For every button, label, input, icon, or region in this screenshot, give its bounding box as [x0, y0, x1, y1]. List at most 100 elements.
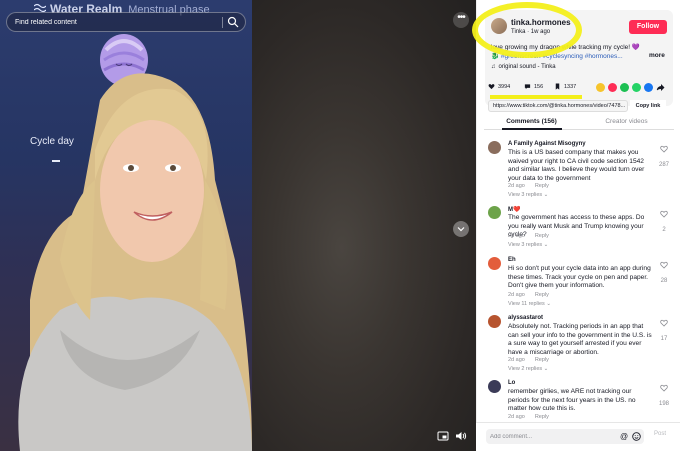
whatsapp-icon[interactable]	[632, 83, 641, 92]
next-video-button[interactable]	[453, 221, 469, 237]
add-comment-box: @	[486, 429, 644, 444]
video-player[interactable]: Water Realm Menstrual phase Cycle day Fi…	[0, 0, 476, 451]
commenter-name[interactable]: Lo	[508, 380, 515, 386]
comment-item: M❤️ The government has access to these a…	[488, 206, 676, 254]
comments-tabs: Comments (156) Creator videos	[484, 116, 674, 130]
commenter-avatar[interactable]	[488, 141, 501, 154]
comment-like-button[interactable]: 287	[658, 145, 670, 171]
comment-date: 2d ago	[508, 414, 525, 420]
comment-like-button[interactable]: 28	[658, 261, 670, 287]
copy-link-button[interactable]: Copy link	[630, 100, 666, 112]
search-bar	[6, 12, 246, 32]
heart-outline-icon	[660, 319, 668, 327]
comment-like-count: 17	[660, 336, 668, 342]
view-replies-label: View 3 replies	[508, 242, 543, 248]
comment-like-count: 198	[658, 401, 669, 407]
commenter-avatar[interactable]	[488, 315, 501, 328]
comment-item: Lo remember girlies, we ARE not tracking…	[488, 380, 676, 423]
like-button[interactable]: 3994	[488, 81, 510, 93]
emoji-icon[interactable]	[632, 432, 641, 441]
comment-meta: 2d ago Reply	[508, 233, 559, 239]
creator-person-image	[18, 73, 252, 451]
save-button[interactable]: 1337	[554, 81, 576, 93]
sound-name: original sound - Tinka	[498, 64, 556, 70]
commenter-name[interactable]: Eh	[508, 257, 516, 263]
tab-creator-videos[interactable]: Creator videos	[579, 118, 674, 125]
comment-like-count: 287	[658, 162, 669, 168]
active-tab-indicator	[502, 128, 562, 130]
heart-outline-icon	[660, 384, 668, 392]
save-count: 1337	[564, 84, 577, 90]
view-replies-button[interactable]: View 3 replies ⌄	[508, 192, 548, 198]
commenter-name[interactable]: A Family Against Misogyny	[508, 141, 586, 147]
search-input[interactable]	[15, 13, 215, 31]
comment-meta: 2d ago Reply	[508, 357, 559, 363]
commenter-name[interactable]: alyssastarot	[508, 315, 543, 321]
view-replies-label: View 2 replies	[508, 366, 543, 372]
comment-meta: 2d ago Reply	[508, 183, 559, 189]
comment-date: 2d ago	[508, 357, 525, 363]
description-more-link[interactable]: more	[649, 52, 665, 59]
comment-item: alyssastarot Absolutely not. Tracking pe…	[488, 315, 676, 379]
reply-button[interactable]: Reply	[535, 183, 549, 189]
reply-button[interactable]: Reply	[535, 292, 549, 298]
sound-link[interactable]: ♫ original sound - Tinka	[491, 64, 556, 70]
yellow-highlight-circle	[472, 2, 582, 58]
comment-date: 2d ago	[508, 233, 525, 239]
comment-like-button[interactable]: 17	[658, 319, 670, 345]
more-options-button[interactable]: •••	[453, 12, 469, 28]
comment-meta: 2d ago Reply	[508, 292, 559, 298]
comment-like-button[interactable]: 198	[658, 384, 670, 410]
video-frame-blurred	[252, 0, 476, 451]
view-replies-label: View 11 replies	[508, 301, 545, 307]
share-arrow-icon[interactable]	[656, 83, 665, 92]
video-url[interactable]: https://www.tiktok.com/@tinka.hormones/v…	[488, 100, 628, 112]
view-replies-button[interactable]: View 3 replies ⌄	[508, 242, 548, 248]
send-to-friends-icon[interactable]	[608, 83, 617, 92]
follow-button[interactable]: Follow	[629, 20, 667, 34]
comment-text: remember girlies, we ARE not tracking ou…	[508, 388, 636, 413]
view-replies-button[interactable]: View 2 replies ⌄	[508, 366, 548, 372]
commenter-avatar[interactable]	[488, 380, 501, 393]
comment-text: This is a US based company that makes yo…	[508, 149, 645, 182]
comments-list[interactable]: A Family Against Misogyny This is a US b…	[476, 133, 680, 423]
volume-icon[interactable]	[455, 430, 467, 442]
view-replies-label: View 3 replies	[508, 192, 543, 198]
yellow-highlight-underline	[490, 95, 582, 99]
comment-like-count: 2	[662, 227, 666, 233]
tab-comments[interactable]: Comments (156)	[484, 118, 579, 125]
comment-meta: 2d ago Reply	[508, 414, 559, 420]
facebook-icon[interactable]	[644, 83, 653, 92]
commenter-name[interactable]: M❤️	[508, 206, 520, 213]
view-replies-button[interactable]: View 11 replies ⌄	[508, 301, 551, 307]
reply-button[interactable]: Reply	[535, 357, 549, 363]
comment-date: 2d ago	[508, 292, 525, 298]
comment-button[interactable]: 156	[524, 81, 543, 93]
like-count: 3994	[498, 84, 511, 90]
tiktok-video-page: Water Realm Menstrual phase Cycle day Fi…	[0, 0, 680, 451]
comment-like-count: 28	[660, 278, 668, 284]
reply-button[interactable]: Reply	[535, 414, 549, 420]
comment-like-button[interactable]: 2	[658, 210, 670, 236]
heart-outline-icon	[660, 261, 668, 269]
copy-link-row: https://www.tiktok.com/@tinka.hormones/v…	[488, 100, 668, 112]
heart-outline-icon	[660, 210, 668, 218]
comment-icon	[524, 84, 531, 90]
add-comment-bar: @ Post	[476, 422, 680, 451]
mention-at-icon[interactable]: @	[620, 432, 628, 441]
commenter-avatar[interactable]	[488, 206, 501, 219]
post-button[interactable]: Post	[654, 431, 666, 437]
picture-in-picture-icon[interactable]	[437, 430, 449, 442]
heart-icon	[488, 84, 495, 90]
add-comment-input[interactable]	[490, 429, 610, 444]
reply-button[interactable]: Reply	[535, 233, 549, 239]
music-note-icon: ♫	[491, 64, 496, 70]
heart-outline-icon	[660, 145, 668, 153]
embed-share-icon[interactable]	[596, 83, 605, 92]
search-divider	[222, 17, 223, 28]
comment-text: Hi so don't put your cycle data into an …	[508, 265, 651, 290]
comment-item: Eh Hi so don't put your cycle data into …	[488, 257, 676, 315]
search-icon[interactable]	[227, 16, 239, 28]
commenter-avatar[interactable]	[488, 257, 501, 270]
repost-icon[interactable]	[620, 83, 629, 92]
